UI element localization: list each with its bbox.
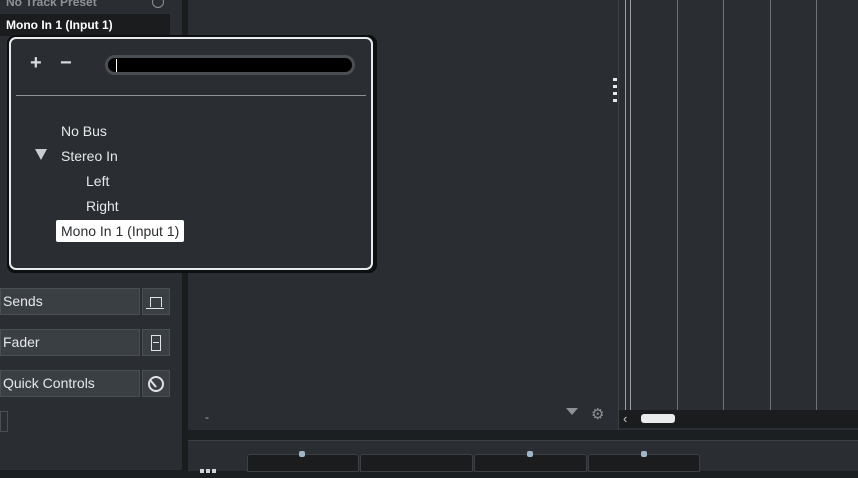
sends-label[interactable]: Sends bbox=[0, 288, 140, 315]
more-options-icon[interactable] bbox=[200, 460, 218, 473]
slot-knob-icon bbox=[641, 451, 647, 457]
section-quick-controls[interactable]: Quick Controls bbox=[0, 370, 170, 397]
track-preset-label: No Track Preset bbox=[6, 0, 97, 9]
chevron-down-icon[interactable] bbox=[566, 408, 578, 415]
expand-arrow-icon[interactable] bbox=[35, 149, 47, 160]
grid-line bbox=[816, 0, 817, 410]
status-dash: - bbox=[205, 410, 209, 424]
power-icon[interactable] bbox=[152, 0, 164, 8]
section-fader[interactable]: Fader bbox=[0, 329, 170, 356]
slot-knob-icon bbox=[527, 451, 533, 457]
fader-label[interactable]: Fader bbox=[0, 329, 140, 356]
sends-icon bbox=[146, 296, 164, 309]
collapsed-section-button[interactable] bbox=[0, 411, 8, 432]
horizontal-scrollbar[interactable]: ‹ bbox=[619, 410, 858, 428]
popup-divider bbox=[16, 95, 366, 96]
splitter-grip-icon[interactable] bbox=[613, 78, 617, 108]
scroll-left-icon[interactable]: ‹ bbox=[623, 410, 627, 428]
remove-button[interactable]: − bbox=[60, 52, 72, 75]
fader-toggle-button[interactable] bbox=[142, 329, 170, 356]
tree-item-right[interactable]: Right bbox=[86, 197, 119, 215]
gear-icon[interactable]: ⚙ bbox=[591, 407, 604, 422]
channel-slot[interactable] bbox=[360, 454, 473, 472]
grid-line bbox=[770, 0, 771, 410]
grid-line bbox=[677, 0, 678, 410]
add-button[interactable]: + bbox=[30, 52, 42, 75]
input-routing-value: Mono In 1 (Input 1) bbox=[6, 18, 113, 32]
timeline-area[interactable] bbox=[619, 0, 858, 430]
text-caret bbox=[116, 59, 117, 72]
grid-line bbox=[625, 0, 626, 410]
quick-controls-label[interactable]: Quick Controls bbox=[0, 370, 140, 397]
input-routing-field[interactable]: Mono In 1 (Input 1) bbox=[0, 14, 170, 36]
track-preset-row[interactable]: No Track Preset bbox=[0, 0, 170, 12]
quick-controls-toggle-button[interactable] bbox=[142, 370, 170, 397]
channel-slot[interactable] bbox=[588, 451, 700, 472]
grid-line bbox=[630, 0, 631, 410]
channel-slot[interactable] bbox=[247, 451, 359, 472]
section-sends[interactable]: Sends bbox=[0, 288, 170, 315]
tree-item-left[interactable]: Left bbox=[86, 172, 109, 190]
channel-slot[interactable] bbox=[474, 451, 587, 472]
sends-toggle-button[interactable] bbox=[142, 288, 170, 315]
scrollbar-thumb[interactable] bbox=[641, 414, 675, 423]
tree-item-no-bus[interactable]: No Bus bbox=[61, 122, 107, 140]
grid-line bbox=[723, 0, 724, 410]
slot-knob-icon bbox=[299, 451, 305, 457]
fader-icon bbox=[151, 334, 161, 351]
search-input[interactable] bbox=[105, 55, 355, 75]
quick-controls-icon bbox=[148, 375, 164, 392]
tree-item-stereo-in[interactable]: Stereo In bbox=[61, 147, 118, 165]
tree-item-mono-in-1[interactable]: Mono In 1 (Input 1) bbox=[56, 220, 185, 242]
